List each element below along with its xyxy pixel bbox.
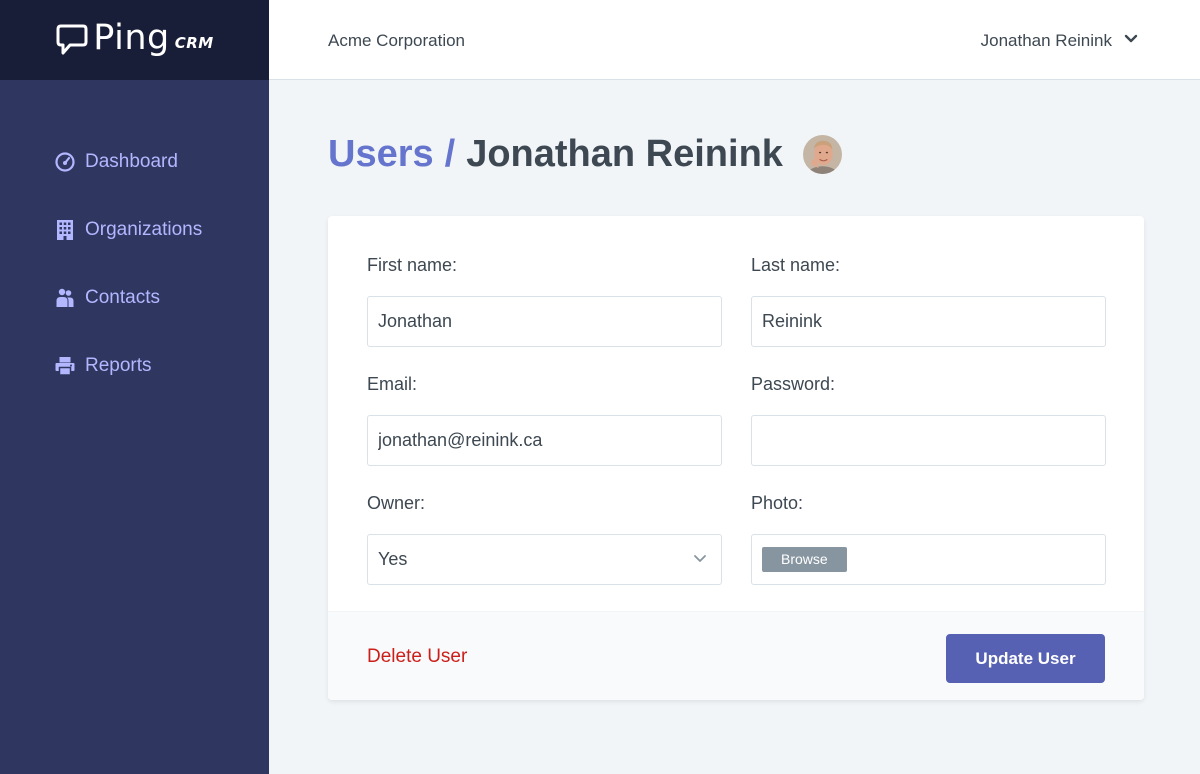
owner-select[interactable]: Yes [367,534,722,585]
email-label: Email: [367,374,418,394]
email-field: Email: [367,373,722,466]
delete-user-button[interactable]: Delete User [367,646,467,668]
office-building-icon [54,219,76,241]
sidebar-item-label: Reports [85,355,152,376]
user-avatar [802,135,842,174]
chevron-down-icon [1124,34,1138,43]
sidebar-item-contacts[interactable]: Contacts [54,287,160,309]
sidebar-nav: Dashboard Organizations Contacts Reports [0,80,269,774]
browse-button[interactable]: Browse [762,547,847,572]
edit-user-form: First name: Last name: Email: Password: … [328,216,1144,700]
sidebar-item-dashboard[interactable]: Dashboard [54,151,178,173]
form-footer: Delete User Update User [328,611,1144,700]
ping-crm-logo[interactable]: Ping CRM [55,17,214,58]
logo-suffix: CRM [174,34,214,52]
sidebar-item-label: Organizations [85,219,203,240]
password-label: Password: [751,374,836,394]
dashboard-icon [54,151,76,173]
breadcrumb-separator: / [444,133,456,175]
last-name-input[interactable] [751,296,1106,347]
update-user-button[interactable]: Update User [946,634,1105,683]
first-name-input[interactable] [367,296,722,347]
last-name-field: Last name: [751,254,1106,347]
sidebar-item-label: Dashboard [85,151,178,172]
breadcrumb-users-link[interactable]: Users [328,133,434,176]
account-name: Acme Corporation [328,31,466,50]
sidebar-item-label: Contacts [85,287,160,308]
logo-bar: Ping CRM [0,0,269,80]
sidebar-item-organizations[interactable]: Organizations [54,219,202,241]
logo-wordmark: Ping [93,17,170,58]
photo-file-input[interactable]: Browse [751,534,1106,585]
breadcrumb-current: Jonathan Reinink [466,133,783,175]
user-menu-name: Jonathan Reinink [980,31,1112,50]
first-name-field: First name: [367,254,722,347]
users-icon [54,287,76,309]
printer-icon [54,355,76,377]
sidebar-item-reports[interactable]: Reports [54,355,152,377]
last-name-label: Last name: [751,255,841,275]
top-header: Acme Corporation Jonathan Reinink [269,0,1200,80]
page-title: Users / Jonathan Reinink [328,133,842,176]
user-menu-dropdown[interactable]: Jonathan Reinink [980,31,1138,51]
password-field: Password: [751,373,1106,466]
owner-selected-value: Yes [378,549,408,569]
photo-label: Photo: [751,493,804,513]
chat-bubble-icon [56,24,88,55]
email-input[interactable] [367,415,722,466]
first-name-label: First name: [367,255,458,275]
owner-label: Owner: [367,493,426,513]
chevron-down-icon [694,555,706,562]
password-input[interactable] [751,415,1106,466]
owner-field: Owner: Yes [367,492,722,585]
photo-field: Photo: Browse [751,492,1106,585]
